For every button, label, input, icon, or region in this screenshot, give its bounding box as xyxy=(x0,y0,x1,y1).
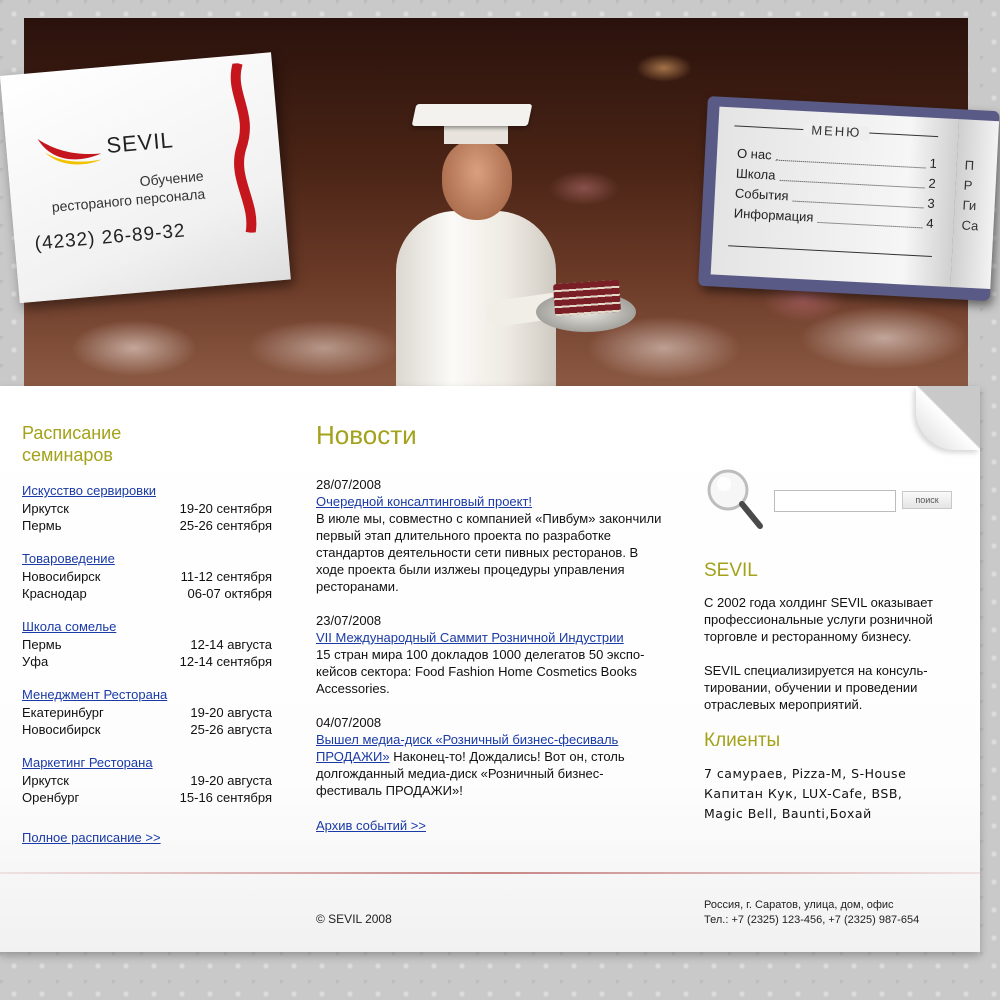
schedule-row: Уфа 12-14 сентября xyxy=(22,654,272,669)
schedule-row: Новосибирск 25-26 августа xyxy=(22,722,272,737)
schedule-group: Маркетинг Ресторана Иркутск 19-20 августа… xyxy=(22,754,272,806)
schedule-group: Школа сомелье Пермь 12-14 августа Уфа 12-1… xyxy=(22,618,272,670)
news-headline-link[interactable]: VII Международный Саммит Розничной Индус… xyxy=(316,630,624,645)
news-date: 28/07/2008 xyxy=(316,477,382,492)
about-paragraph: С 2002 года холдинг SEVIL оказывает проф… xyxy=(704,595,933,644)
news-title: Новости xyxy=(316,420,417,450)
logo-card[interactable]: SEVIL Обучение ресторaного персонала (42… xyxy=(0,52,291,304)
schedule-row: Новосибирск 11-12 сентября xyxy=(22,569,272,584)
news-date: 04/07/2008 xyxy=(316,715,382,730)
ribbon-icon xyxy=(230,62,257,234)
menu-right-page: П Р Ги Са xyxy=(950,119,1000,290)
seminar-link[interactable]: Искусство сервировки xyxy=(22,482,156,499)
news-headline-link[interactable]: Очередной консалтинговый проект! xyxy=(316,494,532,509)
news-body: 15 стран мира 100 докладов 1000 делегато… xyxy=(316,647,645,696)
archive-link[interactable]: Архив событий >> xyxy=(316,818,426,833)
menu-list: О нас 1 Школа 2 События 3 Информация 4 xyxy=(733,144,938,234)
news-item: 28/07/2008 Очередной консалтинговый прое… xyxy=(316,476,666,595)
schedule-row: Иркутск 19-20 августа xyxy=(22,773,272,788)
schedule-row: Иркутск 19-20 сентября xyxy=(22,501,272,516)
search-button[interactable]: поиск xyxy=(902,491,952,509)
logo-text: SEVIL xyxy=(105,127,175,158)
address: Россия, г. Саратов, улица, дом, офис Тел… xyxy=(704,899,920,926)
schedule-row: Пермь 12-14 августа xyxy=(22,637,272,652)
seminar-link[interactable]: Маркетинг Ресторана xyxy=(22,754,153,771)
chef-illustration xyxy=(386,96,636,388)
schedule-section: Расписание семинаров Искусство сервировк… xyxy=(22,422,272,847)
seminar-link[interactable]: Школа сомелье xyxy=(22,618,116,635)
news-body: В июле мы, совместно с компанией «Пивбум… xyxy=(316,511,662,594)
magnifier-icon xyxy=(707,469,763,529)
schedule-group: Искусство сервировки Иркутск 19-20 сентяб… xyxy=(22,482,272,534)
phone-number: (4232) 26-89-32 xyxy=(33,220,187,255)
full-schedule-link[interactable]: Полное расписание >> xyxy=(22,830,161,845)
news-section: Новости 28/07/2008 Очередной консалтинго… xyxy=(316,420,666,835)
search-input[interactable] xyxy=(774,490,896,512)
schedule-group: Товароведение Новосибирск 11-12 сентября … xyxy=(22,550,272,602)
schedule-row: Екатеринбург 19-20 августа xyxy=(22,705,272,720)
seminar-link[interactable]: Менеджмент Ресторана xyxy=(22,686,167,703)
content-panel: Расписание семинаров Искусство сервировк… xyxy=(0,386,980,952)
schedule-row: Краснодар 06-07 октября xyxy=(22,586,272,601)
news-item: 04/07/2008 Вышел медиа-диск «Розничный б… xyxy=(316,714,666,799)
search-bar: поиск xyxy=(704,466,960,536)
tagline: Обучение ресторaного персонала xyxy=(51,167,206,215)
schedule-row: Пермь 25-26 сентября xyxy=(22,518,272,533)
seminar-link[interactable]: Товароведение xyxy=(22,550,115,567)
clients-list: 7 самураев, Pizza-M, S-House Капитан Кук… xyxy=(704,766,907,821)
copyright: © SEVIL 2008 xyxy=(316,912,392,926)
schedule-row: Оренбург 15-16 сентября xyxy=(22,790,272,805)
right-column: поиск SEVIL С 2002 года холдинг SEVIL ок… xyxy=(704,466,960,824)
about-title: SEVIL xyxy=(704,560,758,581)
news-date: 23/07/2008 xyxy=(316,613,382,628)
clients-title: Клиенты xyxy=(704,730,781,751)
schedule-group: Менеджмент Ресторана Екатеринбург 19-20 а… xyxy=(22,686,272,738)
footer-divider xyxy=(0,872,980,874)
schedule-title: Расписание семинаров xyxy=(22,423,122,465)
page-curl xyxy=(916,386,980,450)
about-paragraph: SEVIL специализируется на консуль-тирова… xyxy=(704,663,928,712)
logo-mark-icon xyxy=(37,138,102,165)
news-item: 23/07/2008 VII Международный Саммит Розн… xyxy=(316,612,666,697)
menu-book: П Р Ги Са МЕНЮ О нас 1 Школа 2 События 3 Ин… xyxy=(698,96,1000,302)
